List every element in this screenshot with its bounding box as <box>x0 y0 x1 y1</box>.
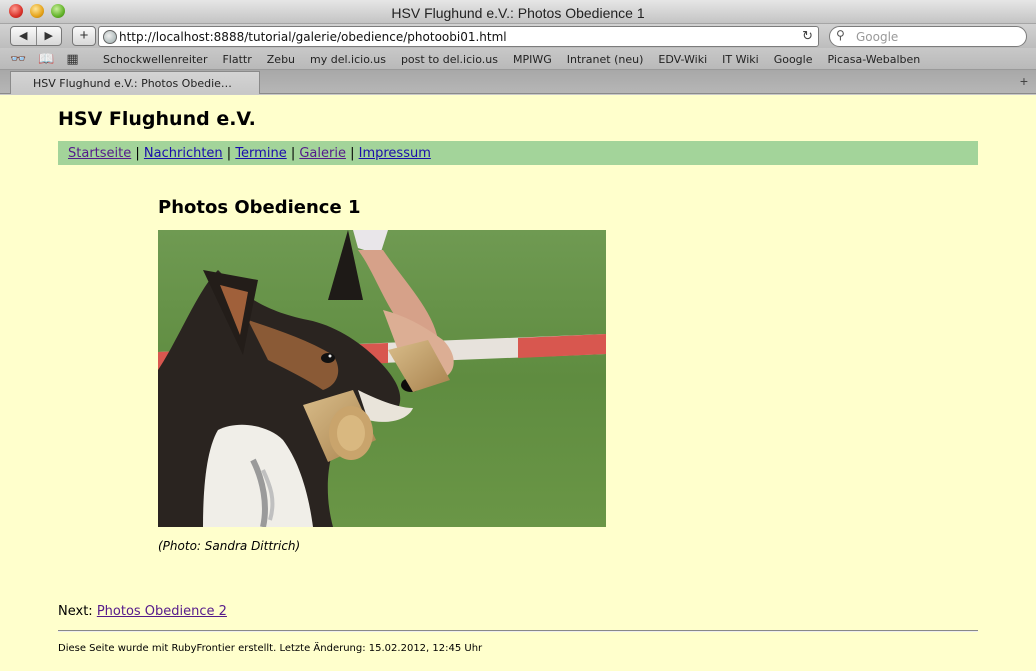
tab-active[interactable]: HSV Flughund e.V.: Photos Obedie… <box>10 71 260 94</box>
top-sites-grid-icon[interactable]: ▦ <box>66 51 78 67</box>
reload-icon[interactable]: ↻ <box>802 28 813 44</box>
bookmark-item[interactable]: Intranet (neu) <box>567 53 644 66</box>
photo-caption: (Photo: Sandra Dittrich) <box>158 539 301 553</box>
site-title: HSV Flughund e.V. <box>58 108 256 130</box>
bookmark-list: Schockwellenreiter Flattr Zebu my del.ic… <box>103 53 920 66</box>
site-globe-icon <box>103 30 117 44</box>
footer-divider <box>58 630 978 632</box>
bookmark-item[interactable]: my del.icio.us <box>310 53 386 66</box>
bookmark-item[interactable]: Zebu <box>267 53 295 66</box>
forward-button[interactable]: ▶ <box>37 27 62 45</box>
tab-strip: HSV Flughund e.V.: Photos Obedie… + <box>0 70 1036 94</box>
next-label: Next: <box>58 604 93 619</box>
show-bookmarks-icon[interactable]: 📖 <box>38 51 54 67</box>
window-titlebar: HSV Flughund e.V.: Photos Obedience 1 <box>0 0 1036 24</box>
nav-link-nachrichten[interactable]: Nachrichten <box>144 146 223 161</box>
tab-label: HSV Flughund e.V.: Photos Obedie… <box>33 77 232 90</box>
nav-separator: | <box>345 146 359 161</box>
web-page: HSV Flughund e.V. Startseite | Nachricht… <box>0 95 1036 671</box>
nav-separator: | <box>131 146 144 161</box>
search-input[interactable] <box>856 29 1021 45</box>
next-page-link[interactable]: Photos Obedience 2 <box>97 604 227 619</box>
search-bar[interactable]: ⚲ <box>829 26 1027 47</box>
browser-toolbar: ◀ ▶ + ↻ ⚲ <box>0 24 1036 48</box>
new-tab-button[interactable]: + <box>1020 73 1028 89</box>
nav-separator: | <box>222 146 236 161</box>
bookmark-item[interactable]: post to del.icio.us <box>401 53 498 66</box>
history-buttons: ◀ ▶ <box>10 26 62 46</box>
bookmark-item[interactable]: Google <box>774 53 813 66</box>
page-footer: Diese Seite wurde mit RubyFrontier erste… <box>58 643 483 654</box>
bookmark-item[interactable]: Flattr <box>222 53 251 66</box>
bookmarks-bar: 👓 📖 ▦ Schockwellenreiter Flattr Zebu my … <box>0 48 1036 70</box>
bookmark-item[interactable]: MPIWG <box>513 53 552 66</box>
back-button[interactable]: ◀ <box>11 27 37 45</box>
nav-link-galerie[interactable]: Galerie <box>299 146 346 161</box>
reading-list-icon[interactable]: 👓 <box>10 51 26 67</box>
page-heading: Photos Obedience 1 <box>158 197 361 218</box>
next-navigation: Next: Photos Obedience 2 <box>58 604 227 619</box>
bookmark-tools: 👓 📖 ▦ <box>10 51 79 67</box>
bookmark-item[interactable]: Schockwellenreiter <box>103 53 207 66</box>
dog-photo <box>158 230 606 527</box>
nav-separator: | <box>286 146 300 161</box>
site-navigation: Startseite | Nachrichten | Termine | Gal… <box>58 141 978 165</box>
nav-link-startseite[interactable]: Startseite <box>68 146 131 161</box>
add-bookmark-button[interactable]: + <box>72 26 96 46</box>
bookmark-item[interactable]: IT Wiki <box>722 53 759 66</box>
window-title: HSV Flughund e.V.: Photos Obedience 1 <box>391 5 645 21</box>
nav-link-impressum[interactable]: Impressum <box>359 146 431 161</box>
nav-link-termine[interactable]: Termine <box>235 146 286 161</box>
address-bar[interactable]: ↻ <box>98 26 819 47</box>
search-icon: ⚲ <box>836 28 845 42</box>
bookmark-item[interactable]: EDV-Wiki <box>658 53 707 66</box>
url-input[interactable] <box>119 28 799 45</box>
bookmark-item[interactable]: Picasa-Webalben <box>828 53 921 66</box>
